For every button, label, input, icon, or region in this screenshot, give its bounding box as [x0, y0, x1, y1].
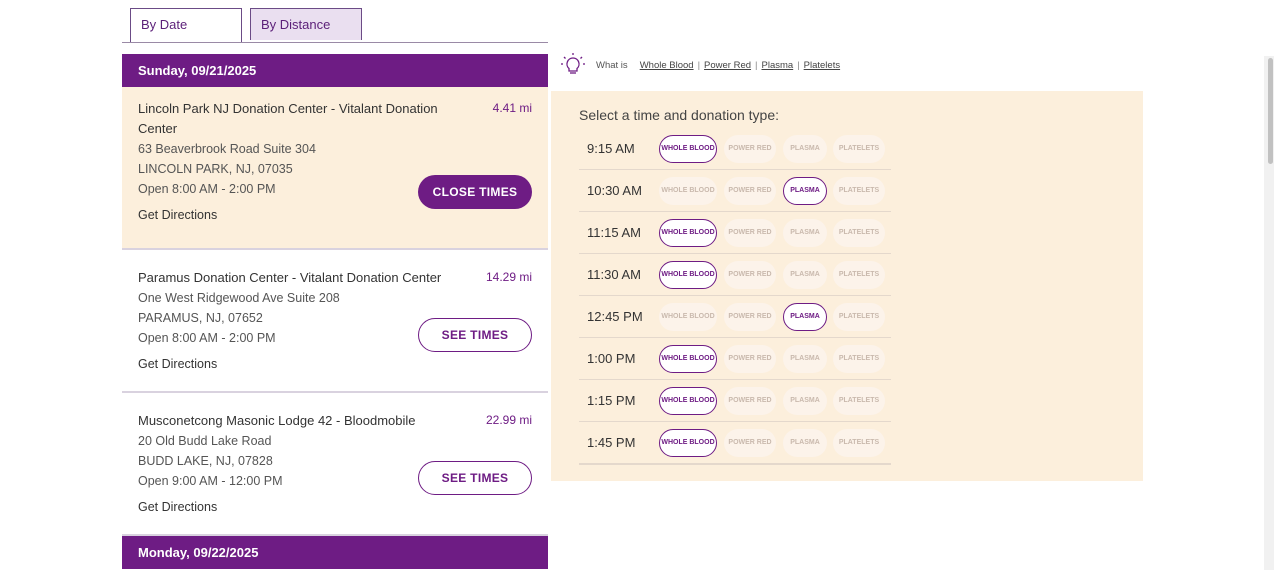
whole-blood-option[interactable]: WHOLE BLOOD — [659, 386, 717, 415]
slot-time: 1:00 PM — [587, 351, 636, 366]
plasma-option: PLASMA — [783, 386, 827, 415]
get-directions-link[interactable]: Get Directions — [138, 357, 532, 371]
whole-blood-option: WHOLE BLOOD — [659, 302, 717, 331]
power-red-option: POWER RED — [724, 344, 776, 373]
plasma-option[interactable]: PLASMA — [783, 176, 827, 205]
plasma-option: PLASMA — [783, 134, 827, 163]
plasma-option: PLASMA — [783, 344, 827, 373]
slot-time: 12:45 PM — [587, 309, 643, 324]
platelets-option: PLATELETS — [833, 218, 885, 247]
slot-time: 1:15 PM — [587, 393, 636, 408]
center-name: Paramus Donation Center - Vitalant Donat… — [138, 270, 442, 285]
center-name: Lincoln Park NJ Donation Center - Vitala… — [138, 101, 438, 136]
time-slot-row: 12:45 PM WHOLE BLOOD POWER RED PLASMA PLATEL… — [579, 296, 891, 338]
get-directions-link[interactable]: Get Directions — [138, 208, 532, 222]
power-red-link[interactable]: Power Red — [704, 60, 751, 71]
date-distance-tabs: By Date By Distance — [122, 8, 548, 43]
slot-time: 11:30 AM — [587, 267, 641, 282]
whole-blood-option[interactable]: WHOLE BLOOD — [659, 344, 717, 373]
center-distance: 22.99 mi — [485, 413, 532, 427]
close-times-button[interactable]: CLOSE TIMES — [418, 175, 532, 209]
what-is-label: What is — [596, 59, 628, 71]
platelets-option: PLATELETS — [833, 386, 885, 415]
plasma-option: PLASMA — [783, 260, 827, 289]
whole-blood-option[interactable]: WHOLE BLOOD — [659, 260, 717, 289]
power-red-option: POWER RED — [724, 176, 776, 205]
power-red-option: POWER RED — [724, 302, 776, 331]
time-slot-list: 9:15 AM WHOLE BLOOD POWER RED PLASMA PLATELE… — [579, 128, 891, 465]
power-red-option: POWER RED — [724, 386, 776, 415]
platelets-option: PLATELETS — [833, 302, 885, 331]
power-red-option: POWER RED — [724, 218, 776, 247]
center-distance: 14.29 mi — [485, 270, 532, 284]
whole-blood-option[interactable]: WHOLE BLOOD — [659, 134, 717, 163]
time-slot-row: 1:15 PM WHOLE BLOOD POWER RED PLASMA PLATELE… — [579, 380, 891, 422]
platelets-option: PLATELETS — [833, 134, 885, 163]
center-card[interactable]: Musconetcong Masonic Lodge 42 - Bloodmob… — [122, 393, 548, 536]
platelets-link[interactable]: Platelets — [804, 60, 840, 71]
center-distance: 4.41 mi — [492, 101, 532, 115]
slot-time: 10:30 AM — [587, 183, 642, 198]
whole-blood-option: WHOLE BLOOD — [659, 176, 717, 205]
see-times-button[interactable]: SEE TIMES — [418, 318, 532, 352]
slot-time: 1:45 PM — [587, 435, 636, 450]
platelets-option: PLATELETS — [833, 176, 885, 205]
date-header: Sunday, 09/21/2025 — [122, 54, 548, 87]
time-slot-row: 1:45 PM WHOLE BLOOD POWER RED PLASMA PLATELE… — [579, 422, 891, 465]
scrollbar-thumb[interactable] — [1268, 58, 1273, 164]
plasma-option[interactable]: PLASMA — [783, 302, 827, 331]
time-slot-row: 9:15 AM WHOLE BLOOD POWER RED PLASMA PLATELE… — [579, 128, 891, 170]
tab-by-date[interactable]: By Date — [130, 8, 242, 42]
plasma-option: PLASMA — [783, 218, 827, 247]
time-selection-panel: Select a time and donation type: 9:15 AM… — [551, 91, 1143, 481]
plasma-option: PLASMA — [783, 428, 827, 457]
power-red-option: POWER RED — [724, 134, 776, 163]
center-card[interactable]: Lincoln Park NJ Donation Center - Vitala… — [122, 87, 548, 250]
platelets-option: PLATELETS — [833, 428, 885, 457]
power-red-option: POWER RED — [724, 260, 776, 289]
time-slot-row: 1:00 PM WHOLE BLOOD POWER RED PLASMA PLATELE… — [579, 338, 891, 380]
whole-blood-link[interactable]: Whole Blood — [640, 60, 694, 71]
time-slot-row: 11:15 AM WHOLE BLOOD POWER RED PLASMA PLATEL… — [579, 212, 891, 254]
slot-time: 9:15 AM — [587, 141, 635, 156]
center-name: Musconetcong Masonic Lodge 42 - Bloodmob… — [138, 413, 416, 428]
time-slot-row: 10:30 AM WHOLE BLOOD POWER RED PLASMA PLATEL… — [579, 170, 891, 212]
tab-by-distance[interactable]: By Distance — [250, 8, 362, 40]
platelets-option: PLATELETS — [833, 344, 885, 373]
date-header: Monday, 09/22/2025 — [122, 536, 548, 569]
see-times-button[interactable]: SEE TIMES — [418, 461, 532, 495]
whole-blood-option[interactable]: WHOLE BLOOD — [659, 218, 717, 247]
plasma-link[interactable]: Plasma — [762, 60, 794, 71]
center-address: 63 Beaverbrook Road Suite 304 — [138, 142, 316, 156]
center-address: One West Ridgewood Ave Suite 208 — [138, 291, 340, 305]
lightbulb-icon — [561, 53, 585, 74]
center-card[interactable]: Paramus Donation Center - Vitalant Donat… — [122, 250, 548, 393]
whole-blood-option[interactable]: WHOLE BLOOD — [659, 428, 717, 457]
center-list: Sunday, 09/21/2025 Lincoln Park NJ Donat… — [122, 54, 548, 571]
platelets-option: PLATELETS — [833, 260, 885, 289]
times-title: Select a time and donation type: — [579, 107, 780, 123]
slot-time: 11:15 AM — [587, 225, 641, 240]
get-directions-link[interactable]: Get Directions — [138, 500, 532, 514]
center-address: 20 Old Budd Lake Road — [138, 434, 272, 448]
power-red-option: POWER RED — [724, 428, 776, 457]
donation-type-help: What is Whole Blood | Power Red | Plasma | … — [560, 52, 844, 78]
time-slot-row: 11:30 AM WHOLE BLOOD POWER RED PLASMA PLATEL… — [579, 254, 891, 296]
